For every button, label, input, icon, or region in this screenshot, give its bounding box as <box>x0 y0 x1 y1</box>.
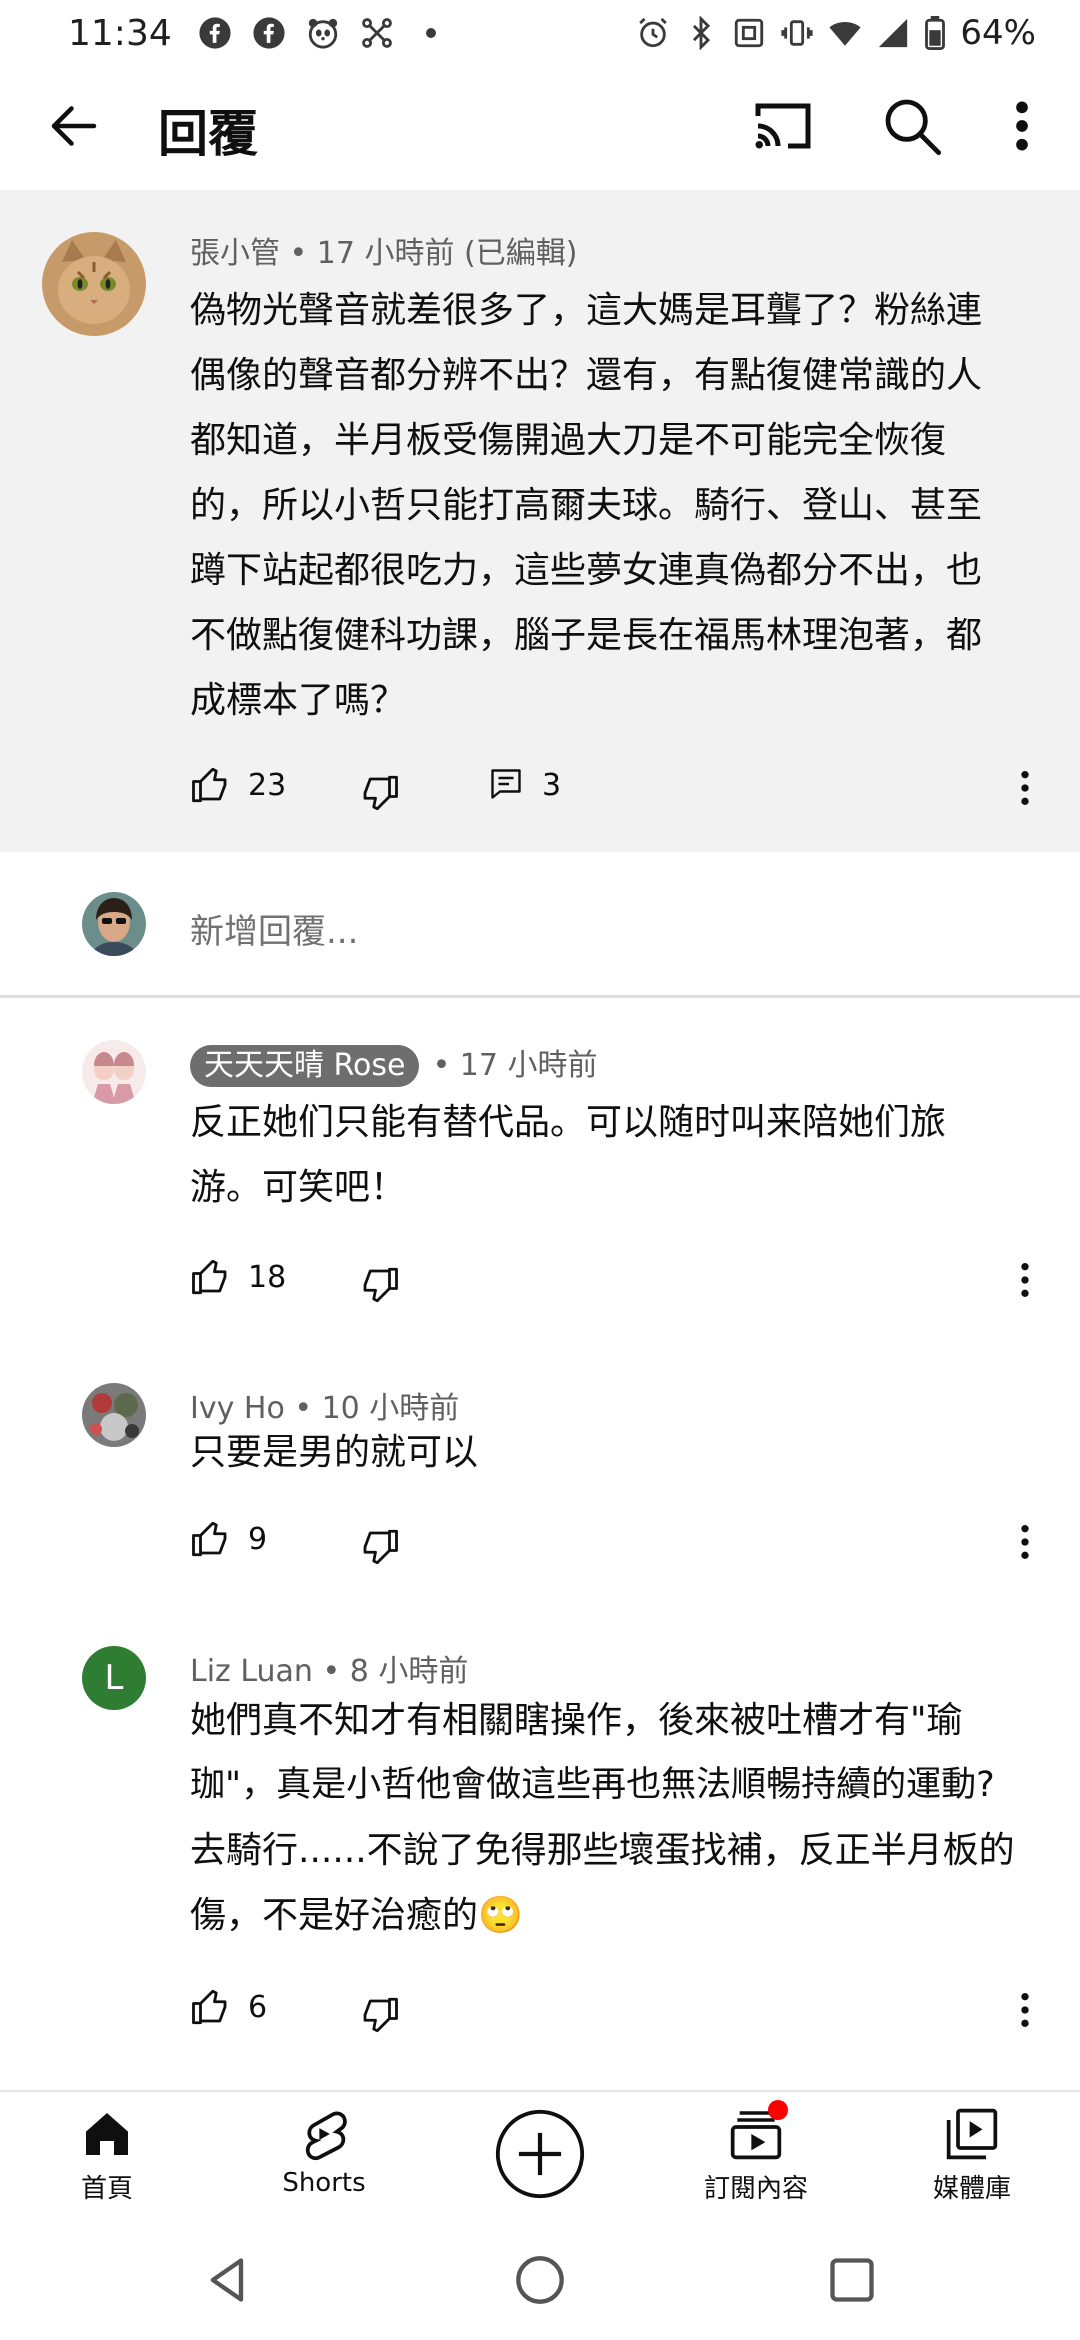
comment-actions: 6 <box>190 1980 1050 2040</box>
battery-percent: 64% <box>960 13 1036 53</box>
create-button[interactable] <box>494 2108 586 2200</box>
nav-shorts[interactable]: Shorts <box>234 2106 414 2216</box>
subscriptions-icon <box>728 2100 788 2162</box>
parent-comment: 張小管 • 17 小時前 (已編輯) 偽物光聲音就差很多了，這大媽是耳聾了？粉絲… <box>0 190 1080 852</box>
facebook-icon <box>198 16 232 50</box>
reply-count: 3 <box>542 768 562 803</box>
comment-actions: 9 <box>190 1512 1050 1572</box>
dot-icon <box>414 16 448 50</box>
avatar[interactable] <box>82 1040 146 1104</box>
reply-input-row: 新增回覆... <box>0 852 1080 998</box>
thumbs-down-icon[interactable] <box>358 1526 400 1568</box>
avatar-letter: L <box>104 1658 124 1698</box>
nav-library-label: 媒體庫 <box>932 2174 1011 2204</box>
thumbs-up-icon[interactable] <box>190 1256 232 1298</box>
like-count: 18 <box>248 1260 287 1295</box>
nav-home-label: 首頁 <box>80 2174 133 2204</box>
battery-icon <box>924 16 946 50</box>
comment-text: 她們真不知才有相關瞎操作，後來被吐槽才有"瑜 珈"，真是小哲他會做這些再也無法順… <box>190 1700 1015 1936</box>
reply-comment-icon[interactable] <box>488 766 524 802</box>
library-icon <box>944 2106 1000 2162</box>
thumbs-up-icon[interactable] <box>190 764 232 806</box>
author-chip[interactable]: 天天天晴 Rose <box>190 1045 420 1087</box>
comment-more-icon[interactable] <box>1010 1990 1040 2030</box>
nav-library[interactable]: 媒體庫 <box>882 2106 1062 2216</box>
cast-icon[interactable] <box>750 96 816 156</box>
like-count: 23 <box>248 768 287 803</box>
thumbs-up-icon[interactable] <box>190 1986 232 2028</box>
status-time: 11:34 <box>68 12 172 54</box>
comment-actions: 23 3 <box>190 758 1050 818</box>
comment-text: 反正她们只能有替代品。可以随时叫来陪她们旅 游。可笑吧！ <box>190 1102 947 1208</box>
comment-actions: 18 <box>190 1250 1050 1310</box>
signal-icon <box>876 16 910 50</box>
vibrate-icon <box>780 16 814 50</box>
drone-icon <box>360 16 394 50</box>
comment-more-icon[interactable] <box>1010 768 1040 808</box>
app-bar: 回覆 <box>0 66 1080 190</box>
thumbs-down-icon[interactable] <box>358 1994 400 2036</box>
bottom-nav: 首頁 Shorts 訂閱內容 媒體庫 <box>0 2090 1080 2220</box>
shorts-icon <box>296 2106 352 2162</box>
panda-icon <box>306 16 340 50</box>
alarm-icon <box>636 16 670 50</box>
back-arrow-icon[interactable] <box>44 96 104 156</box>
comment-meta: Liz Luan • 8 小時前 <box>190 1654 469 1689</box>
nav-shorts-label: Shorts <box>282 2168 366 2198</box>
like-count: 9 <box>248 1522 268 1557</box>
avatar[interactable] <box>82 1383 146 1447</box>
system-recents-icon[interactable] <box>826 2254 878 2306</box>
bluetooth-icon <box>684 16 718 50</box>
comment-text: 偽物光聲音就差很多了，這大媽是耳聾了？粉絲連 偶像的聲音都分辨不出？還有，有點復… <box>190 290 983 721</box>
nav-subscriptions-label: 訂閱內容 <box>703 2174 808 2204</box>
user-avatar <box>82 892 146 956</box>
thumbs-down-icon[interactable] <box>358 1264 400 1306</box>
wifi-icon <box>828 16 862 50</box>
facebook-icon <box>252 16 286 50</box>
system-back-icon[interactable] <box>202 2254 254 2306</box>
thumbs-down-icon[interactable] <box>358 772 400 814</box>
reply-input[interactable]: 新增回覆... <box>190 904 358 953</box>
comment-time: • 17 小時前 <box>432 1048 598 1083</box>
avatar[interactable]: L <box>82 1646 146 1710</box>
notification-dot <box>768 2100 788 2120</box>
nfc-icon <box>732 16 766 50</box>
more-options-icon[interactable] <box>1010 98 1034 154</box>
comment-text: 只要是男的就可以 <box>190 1432 479 1473</box>
system-home-icon[interactable] <box>514 2254 566 2306</box>
comment-more-icon[interactable] <box>1010 1260 1040 1300</box>
page-title: 回覆 <box>158 105 258 163</box>
avatar[interactable] <box>42 232 146 336</box>
comment-more-icon[interactable] <box>1010 1522 1040 1562</box>
nav-home[interactable]: 首頁 <box>17 2106 197 2216</box>
nav-subscriptions[interactable]: 訂閱內容 <box>666 2100 846 2216</box>
comment-meta: 張小管 • 17 小時前 (已編輯) <box>190 236 578 271</box>
thumbs-up-icon[interactable] <box>190 1518 232 1560</box>
system-nav <box>0 2220 1080 2340</box>
status-bar: 11:34 64% <box>0 0 1080 66</box>
search-icon[interactable] <box>880 94 944 158</box>
like-count: 6 <box>248 1990 268 2025</box>
home-icon <box>79 2106 135 2162</box>
